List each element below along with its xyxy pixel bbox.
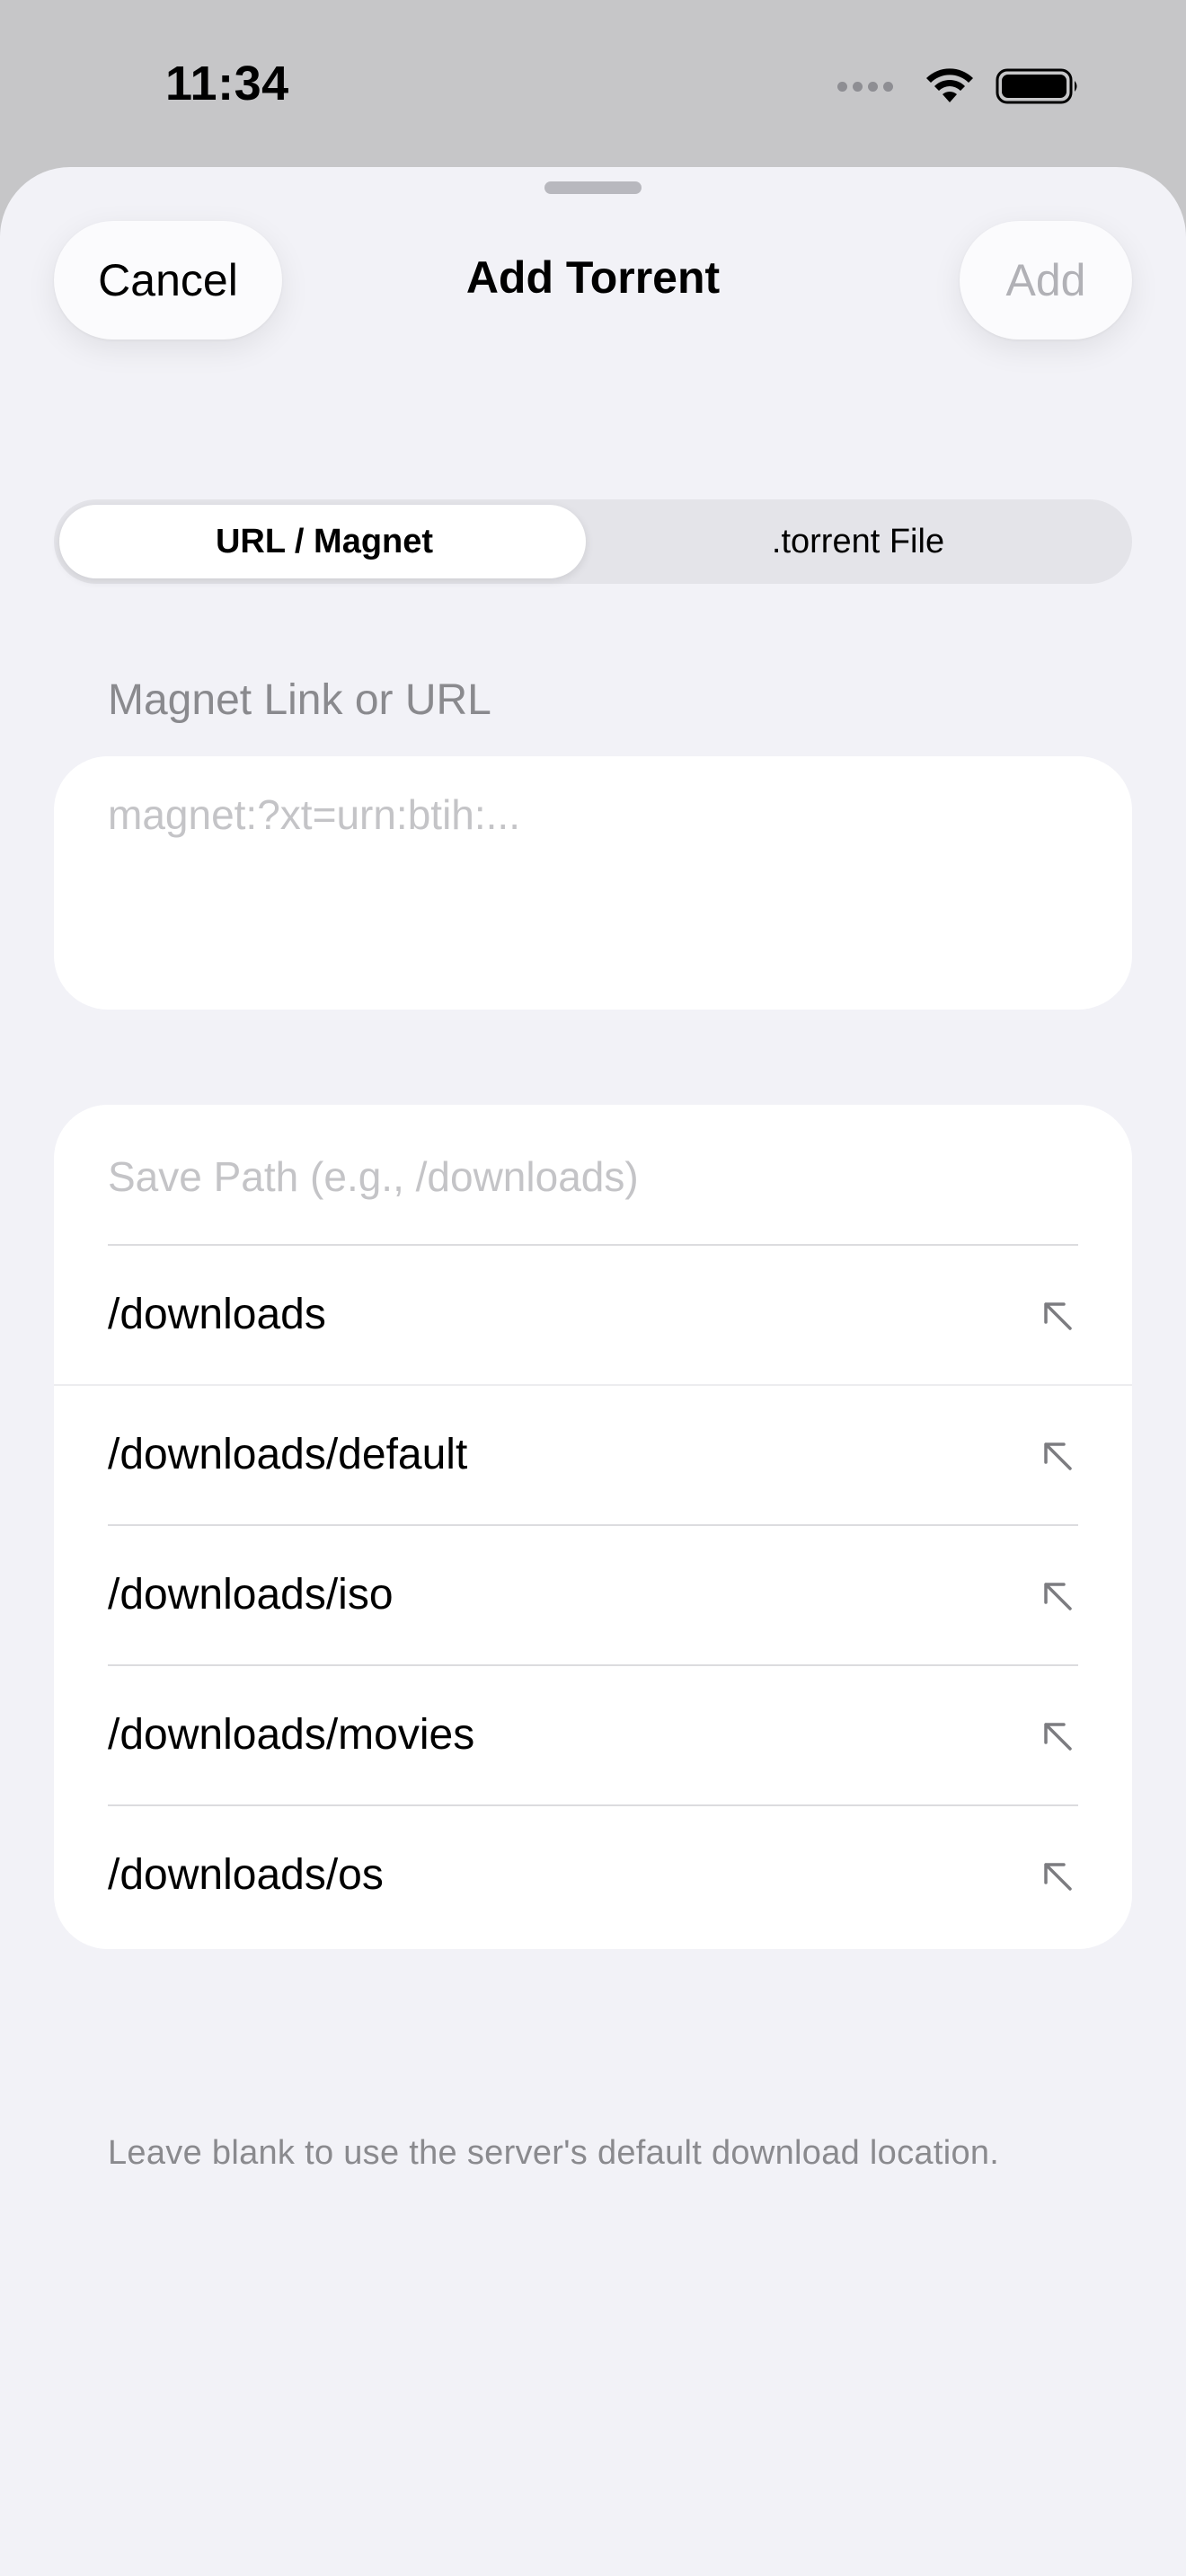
magnet-link-input[interactable] (108, 790, 1078, 970)
add-torrent-sheet: Cancel Add Torrent Add URL / Magnet .tor… (0, 167, 1186, 2576)
path-suggestion-row[interactable]: /downloads/movies (54, 1665, 1132, 1805)
path-suggestion-label: /downloads/default (108, 1431, 468, 1478)
magnet-section-header: Magnet Link or URL (108, 676, 491, 724)
path-suggestion-label: /downloads (108, 1291, 326, 1338)
status-bar: 11:34 (0, 0, 1186, 171)
arrow-up-left-icon[interactable] (1040, 1719, 1075, 1753)
save-path-input-row (54, 1105, 1132, 1245)
status-icons (837, 65, 1080, 108)
arrow-up-left-icon[interactable] (1040, 1299, 1075, 1333)
arrow-up-left-icon[interactable] (1040, 1439, 1075, 1473)
status-time: 11:34 (165, 57, 289, 110)
add-button[interactable]: Add (960, 221, 1132, 340)
path-suggestion-row[interactable]: /downloads/os (54, 1805, 1132, 1945)
path-suggestion-row[interactable]: /downloads (54, 1245, 1132, 1385)
battery-icon (996, 68, 1077, 104)
wifi-icon (926, 68, 973, 102)
segment-torrent-file[interactable]: .torrent File (593, 499, 1123, 584)
save-path-card: /downloads /downloads/default /downloads… (54, 1105, 1132, 1949)
source-segmented-control: URL / Magnet .torrent File (54, 499, 1132, 584)
magnet-input-container (54, 756, 1132, 1010)
save-path-input[interactable] (108, 1150, 1078, 1204)
path-suggestion-label: /downloads/os (108, 1851, 384, 1899)
path-suggestion-label: /downloads/movies (108, 1711, 475, 1759)
path-suggestion-row[interactable]: /downloads/default (54, 1385, 1132, 1525)
sheet-grabber[interactable] (544, 181, 642, 194)
path-suggestion-label: /downloads/iso (108, 1571, 394, 1619)
save-path-footer-note: Leave blank to use the server's default … (108, 2134, 1000, 2172)
segment-url-magnet[interactable]: URL / Magnet (59, 499, 589, 584)
cellular-signal-icon (837, 81, 893, 92)
arrow-up-left-icon[interactable] (1040, 1859, 1075, 1893)
arrow-up-left-icon[interactable] (1040, 1579, 1075, 1613)
path-suggestion-row[interactable]: /downloads/iso (54, 1525, 1132, 1665)
